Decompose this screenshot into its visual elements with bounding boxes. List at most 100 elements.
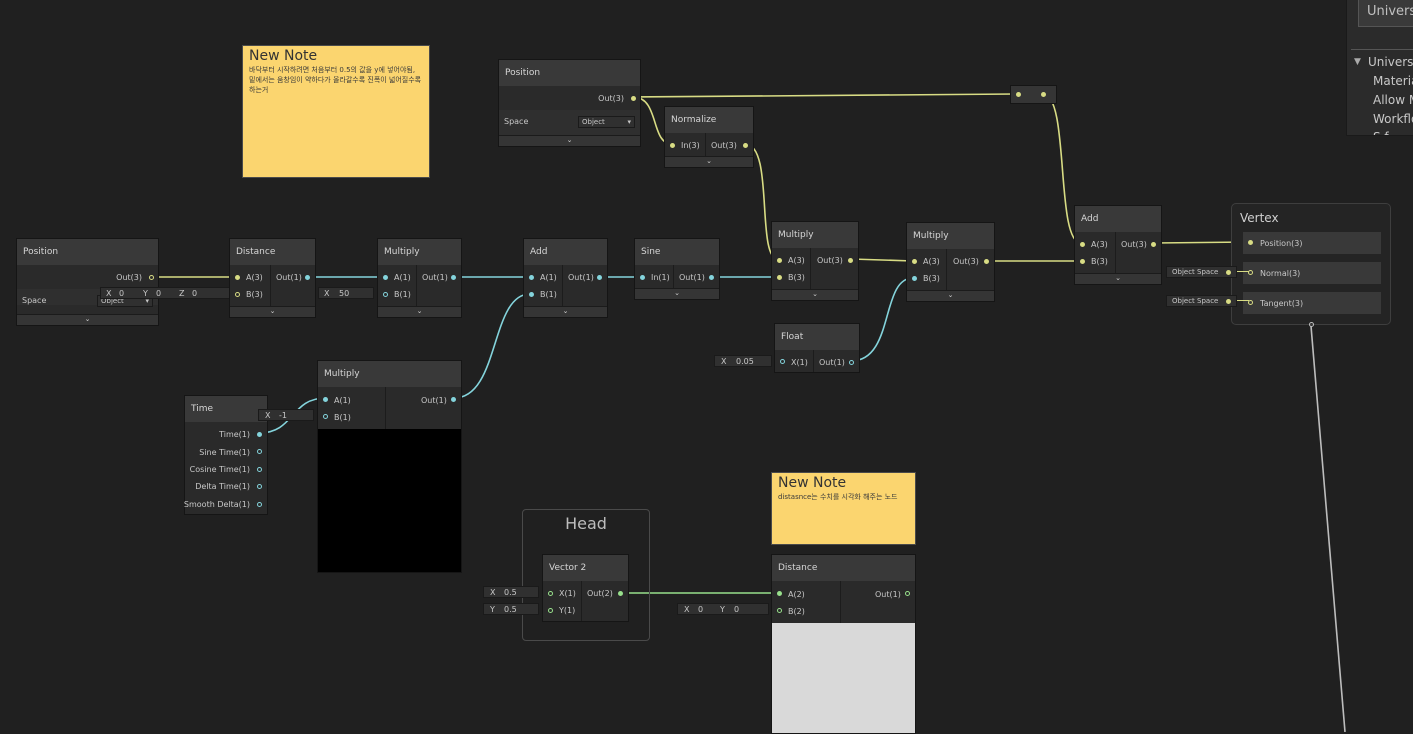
out-port-dot[interactable] xyxy=(905,591,910,596)
z-value[interactable]: 0 xyxy=(192,288,197,299)
x-port-dot[interactable] xyxy=(780,359,785,364)
expand-chevron-icon[interactable]: ⌄ xyxy=(230,306,315,317)
inspector-tab[interactable]: Universa xyxy=(1358,0,1413,27)
smooth-delta-out-dot[interactable] xyxy=(257,502,262,507)
in-port-dot[interactable] xyxy=(670,143,675,148)
expand-chevron-icon[interactable]: ⌄ xyxy=(17,314,158,325)
out-port-dot[interactable] xyxy=(597,275,602,280)
multiply-b-input[interactable]: X 50 xyxy=(318,287,374,299)
expand-chevron-icon[interactable]: ⌄ xyxy=(772,289,858,300)
position-port-dot[interactable] xyxy=(1248,240,1253,245)
x-value[interactable]: 50 xyxy=(339,288,349,299)
y-port-dot[interactable] xyxy=(548,608,553,613)
add-node[interactable]: Add A(1) B(1) Out(1) ⌄ xyxy=(523,238,608,318)
b-port-dot[interactable] xyxy=(1080,259,1085,264)
collapse-triangle-icon[interactable]: ▼ xyxy=(1354,57,1361,67)
x-port-dot[interactable] xyxy=(548,591,553,596)
a-port-dot[interactable] xyxy=(777,591,782,596)
out-port-dot[interactable] xyxy=(709,275,714,280)
b-port-dot[interactable] xyxy=(323,414,328,419)
b-port-dot[interactable] xyxy=(777,275,782,280)
expand-chevron-icon[interactable]: ⌄ xyxy=(635,288,719,299)
multiply-node-2[interactable]: Multiply A(3) B(3) Out(3) ⌄ xyxy=(771,221,859,301)
out-port-dot[interactable] xyxy=(631,96,636,101)
x-value[interactable]: 0 xyxy=(119,288,124,299)
in-port-dot[interactable] xyxy=(640,275,645,280)
reroute-out-dot[interactable] xyxy=(1041,92,1046,97)
a-port-dot[interactable] xyxy=(529,275,534,280)
out-port-dot[interactable] xyxy=(849,360,854,365)
inspector-item[interactable]: Workflo xyxy=(1373,112,1413,126)
expand-chevron-icon[interactable]: ⌄ xyxy=(1075,273,1161,284)
position-node-top[interactable]: Position Out(3) Space Object ▾ ⌄ xyxy=(498,59,641,147)
y-value[interactable]: 0 xyxy=(734,604,739,615)
cosine-time-out-dot[interactable] xyxy=(257,467,262,472)
out-port-dot[interactable] xyxy=(743,143,748,148)
distance-node[interactable]: Distance A(3) B(3) Out(1) ⌄ xyxy=(229,238,316,318)
a-port-dot[interactable] xyxy=(777,258,782,263)
b-port-dot[interactable] xyxy=(235,292,240,297)
x-value[interactable]: 0 xyxy=(698,604,703,615)
expand-chevron-icon[interactable]: ⌄ xyxy=(499,135,640,146)
sticky-note-2[interactable]: New Note distasnce는 수치를 시각화 해주는 노드 xyxy=(771,472,916,545)
vertex-context[interactable]: Vertex Position(3) Normal(3) Tangent(3) xyxy=(1231,203,1391,327)
expand-chevron-icon[interactable]: ⌄ xyxy=(665,156,753,167)
inspector-item[interactable]: Allow M xyxy=(1373,93,1413,107)
vector2-x-input[interactable]: X 0.5 xyxy=(483,586,539,598)
out-port-dot[interactable] xyxy=(451,275,456,280)
reroute-node[interactable] xyxy=(1010,85,1057,104)
position-node[interactable]: Position Out(3) Space Object ▾ ⌄ xyxy=(16,238,159,326)
y-value[interactable]: 0 xyxy=(156,288,161,299)
expand-chevron-icon[interactable]: ⌄ xyxy=(907,290,994,301)
a-port-dot[interactable] xyxy=(235,275,240,280)
multiply-b-input-2[interactable]: X -1 xyxy=(258,409,314,421)
a-port-dot[interactable] xyxy=(1080,242,1085,247)
tangent-space-field[interactable]: Object Space xyxy=(1166,295,1237,307)
distance-node-2[interactable]: Distance A(2) B(2) Out(1) xyxy=(771,554,916,734)
b-port-dot[interactable] xyxy=(383,292,388,297)
out-port-dot[interactable] xyxy=(848,258,853,263)
distance2-default-xy[interactable]: X 0 Y 0 xyxy=(677,603,769,615)
vertex-output-dot[interactable] xyxy=(1309,322,1314,327)
out-port-dot[interactable] xyxy=(984,259,989,264)
multiply-node-4[interactable]: Multiply A(1) B(1) Out(1) xyxy=(317,360,462,573)
inspector-item[interactable]: S f xyxy=(1373,130,1389,135)
x-value[interactable]: 0.05 xyxy=(736,356,754,367)
out-port-dot[interactable] xyxy=(451,397,456,402)
sticky-note-1[interactable]: New Note 바닥부터 시작하려면 처음부터 0.5의 값을 y에 넣어야됨… xyxy=(242,45,430,178)
out-port-dot[interactable] xyxy=(305,275,310,280)
add-node-2[interactable]: Add A(3) B(3) Out(3) ⌄ xyxy=(1074,205,1162,285)
b-port-dot[interactable] xyxy=(529,292,534,297)
float-input[interactable]: X 0.05 xyxy=(714,355,772,367)
a-port-dot[interactable] xyxy=(383,275,388,280)
time-node[interactable]: Time Time(1) Sine Time(1) Cosine Time(1)… xyxy=(184,395,268,515)
x-value[interactable]: -1 xyxy=(279,410,287,421)
a-port-dot[interactable] xyxy=(323,397,328,402)
multiply-node-3[interactable]: Multiply A(3) B(3) Out(3) ⌄ xyxy=(906,222,995,302)
vector2-node[interactable]: Vector 2 X(1) Y(1) Out(2) xyxy=(542,554,629,622)
reroute-in-dot[interactable] xyxy=(1016,92,1021,97)
vector2-y-input[interactable]: Y 0.5 xyxy=(483,603,539,615)
multiply-node[interactable]: Multiply A(1) B(1) Out(1) ⌄ xyxy=(377,238,462,318)
sine-time-out-dot[interactable] xyxy=(257,449,262,454)
float-node[interactable]: Float X(1) Out(1) xyxy=(774,323,860,373)
distance-default-xyz[interactable]: X 0 Y 0 Z 0 xyxy=(100,287,230,299)
b-port-dot[interactable] xyxy=(777,608,782,613)
delta-time-out-dot[interactable] xyxy=(257,484,262,489)
space-dropdown[interactable]: Object ▾ xyxy=(578,116,635,128)
out-port-dot[interactable] xyxy=(618,591,623,596)
normal-space-field[interactable]: Object Space xyxy=(1166,266,1237,278)
x-value[interactable]: 0.5 xyxy=(504,587,517,598)
graph-inspector[interactable]: Universa ▼ Universa Materia Allow M Work… xyxy=(1346,0,1413,136)
y-value[interactable]: 0.5 xyxy=(504,604,517,615)
expand-chevron-icon[interactable]: ⌄ xyxy=(378,306,461,317)
out-port-dot[interactable] xyxy=(1151,242,1156,247)
time-out-dot[interactable] xyxy=(257,432,262,437)
normalize-node[interactable]: Normalize In(3) Out(3) ⌄ xyxy=(664,106,754,168)
inspector-item[interactable]: Materia xyxy=(1373,74,1413,88)
b-port-dot[interactable] xyxy=(912,276,917,281)
a-port-dot[interactable] xyxy=(912,259,917,264)
out-port-dot[interactable] xyxy=(149,275,154,280)
expand-chevron-icon[interactable]: ⌄ xyxy=(524,306,607,317)
sine-node[interactable]: Sine In(1) Out(1) ⌄ xyxy=(634,238,720,300)
